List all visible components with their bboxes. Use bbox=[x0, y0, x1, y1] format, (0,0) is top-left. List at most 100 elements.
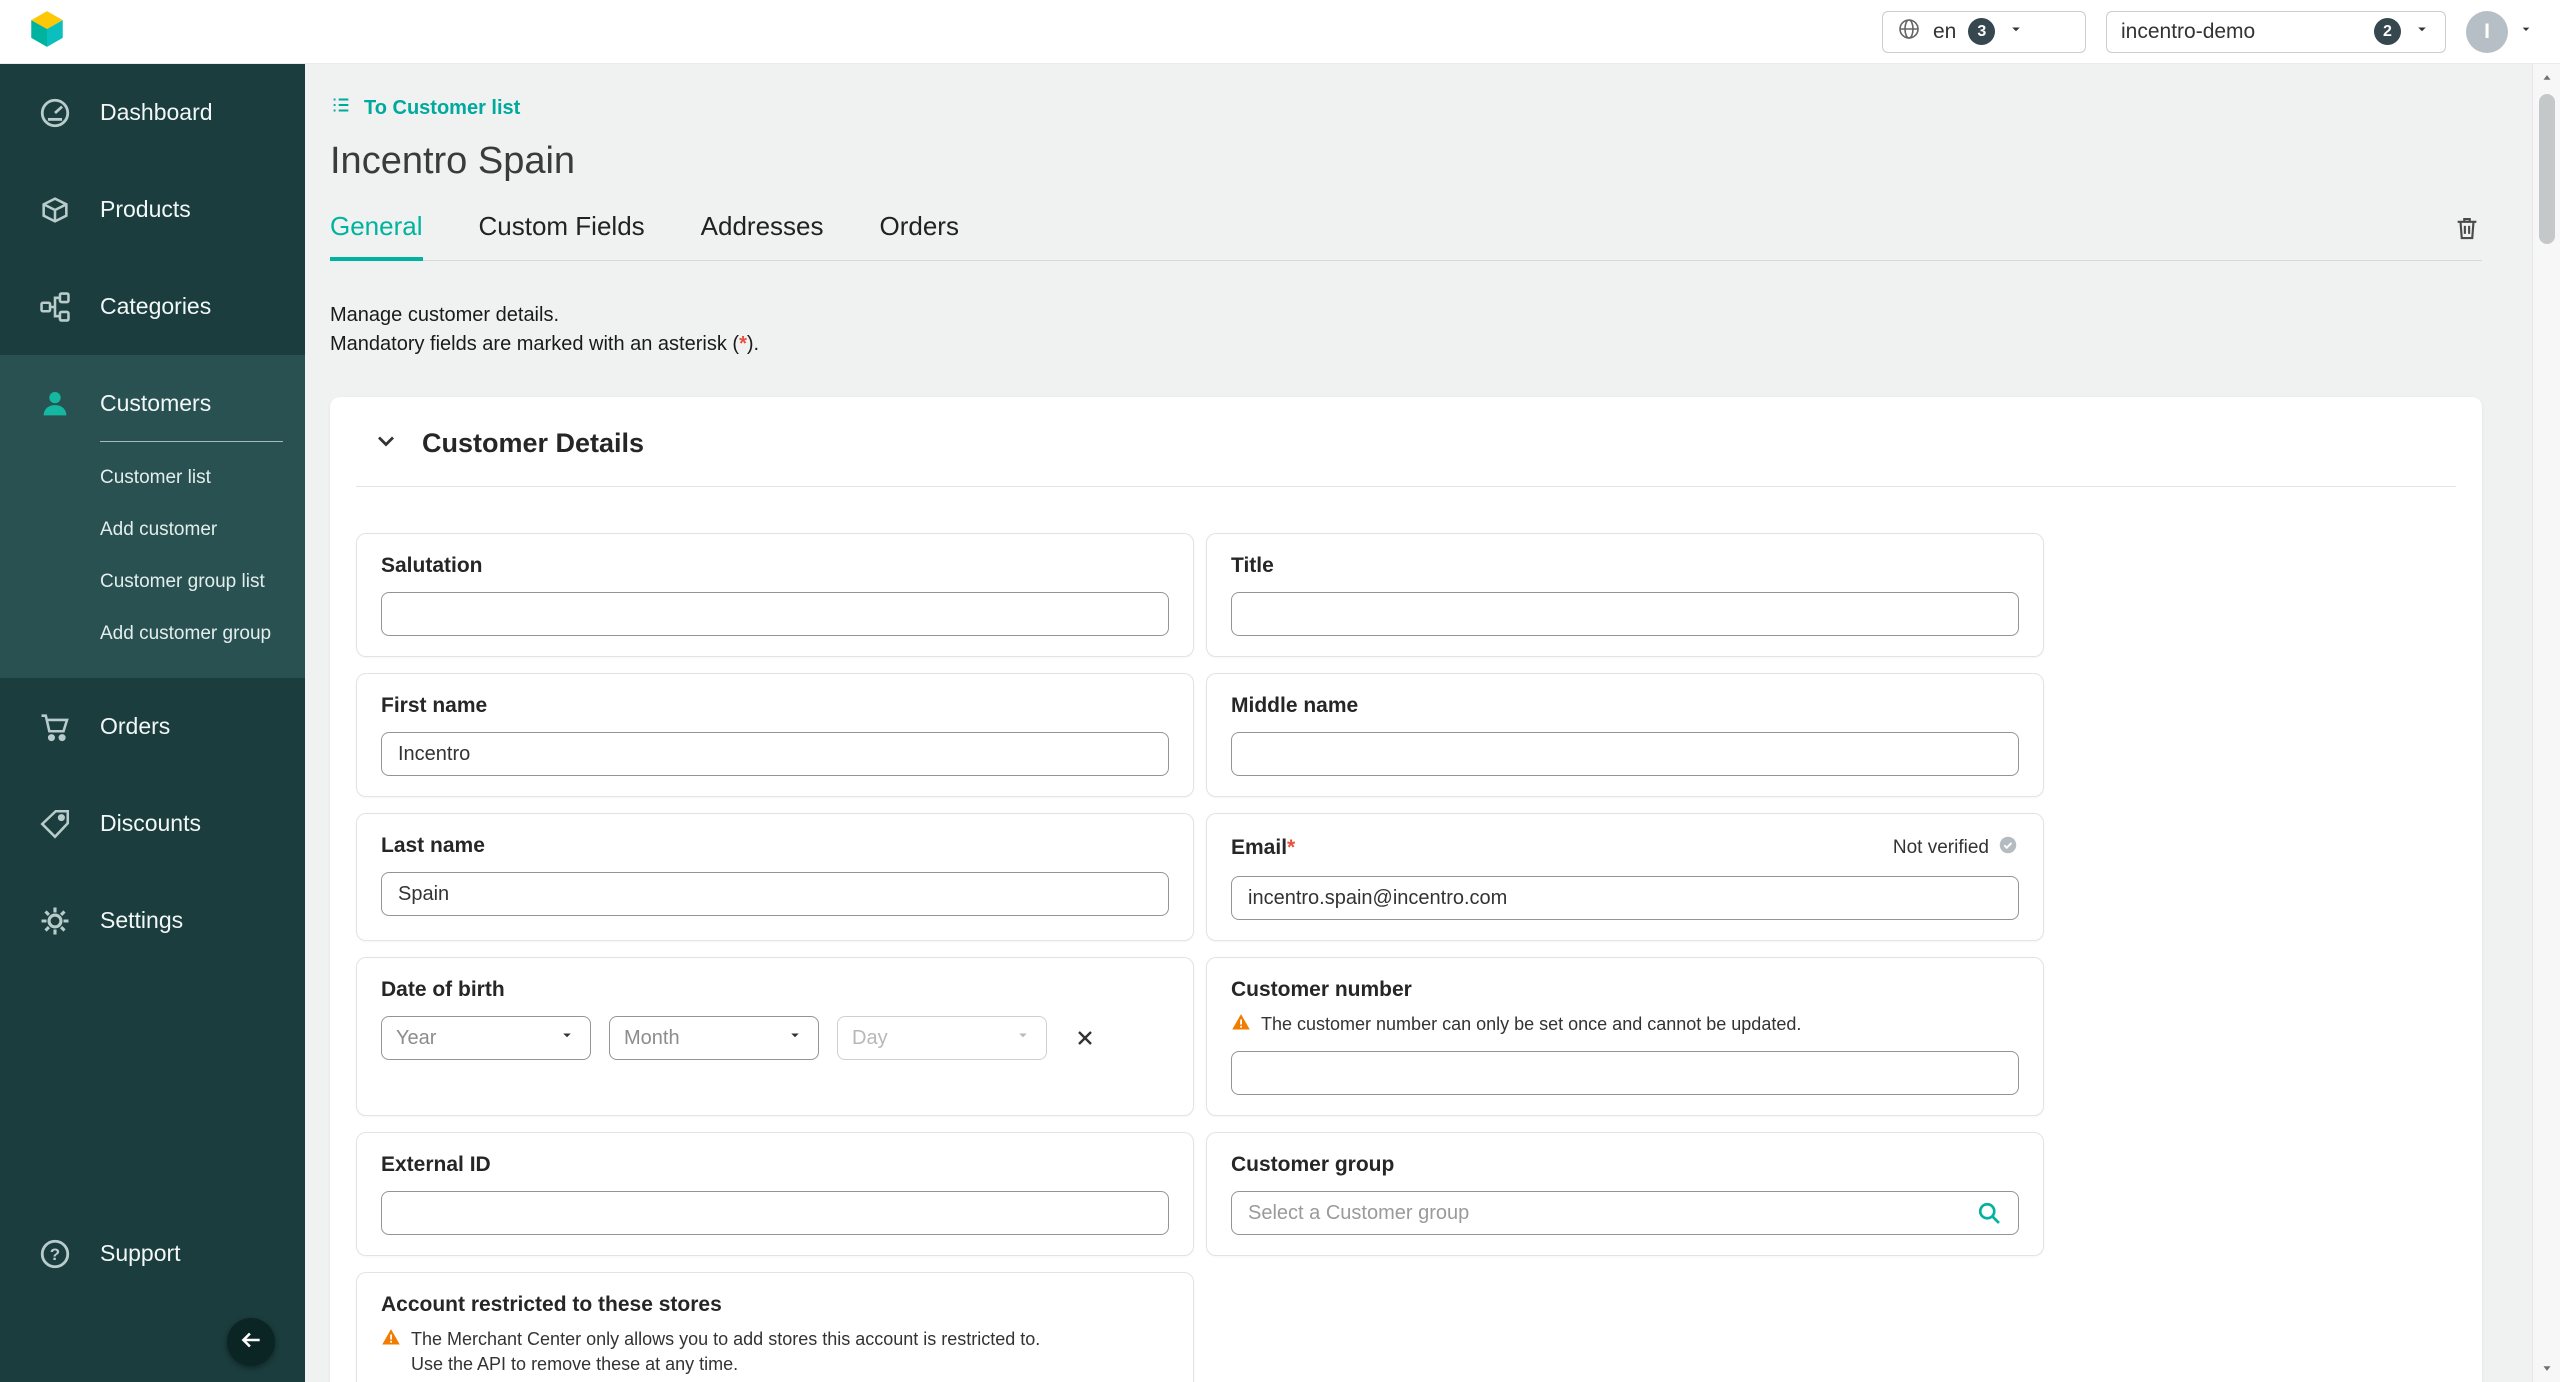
sidebar-item-support[interactable]: ? Support bbox=[0, 1205, 305, 1302]
field-label: Account restricted to these stores bbox=[381, 1293, 722, 1317]
scroll-down-button[interactable] bbox=[2533, 1354, 2560, 1382]
products-icon bbox=[38, 193, 72, 227]
sidebar-subitem-add-customer-group[interactable]: Add customer group bbox=[0, 608, 305, 660]
warning-icon bbox=[381, 1327, 401, 1352]
clear-date-button[interactable] bbox=[1073, 1026, 1097, 1050]
sidebar-item-label: Support bbox=[100, 1240, 181, 1266]
collapse-sidebar-button[interactable] bbox=[227, 1318, 275, 1366]
dashboard-icon bbox=[38, 96, 72, 130]
search-icon[interactable] bbox=[1975, 1199, 2003, 1232]
commercetools-logo-icon bbox=[26, 8, 68, 55]
select-placeholder: Day bbox=[852, 1026, 888, 1049]
description-line-2: Mandatory fields are marked with an aste… bbox=[330, 333, 760, 355]
restricted-stores-card: Account restricted to these stores The M… bbox=[356, 1272, 1194, 1382]
grid-empty-cell bbox=[1206, 1272, 2044, 1382]
field-label: Title bbox=[1231, 554, 1274, 577]
sidebar-item-label: Settings bbox=[100, 907, 184, 933]
page-title: Incentro Spain bbox=[330, 140, 576, 182]
sidebar-item-settings[interactable]: Settings bbox=[0, 872, 305, 969]
tab-custom-fields[interactable]: Custom Fields bbox=[479, 211, 645, 260]
date-of-birth-card: Date of birth Year Month Day bbox=[356, 957, 1194, 1117]
email-card: Email* Not verified bbox=[1206, 813, 2044, 941]
verified-badge-icon bbox=[1997, 834, 2019, 862]
field-label: Customer group bbox=[1231, 1153, 1395, 1177]
select-placeholder: Month bbox=[624, 1026, 680, 1049]
gear-icon bbox=[38, 904, 72, 938]
salutation-card: Salutation bbox=[356, 533, 1194, 657]
dob-day-select: Day bbox=[837, 1016, 1047, 1060]
sidebar-subitem-label: Customer group list bbox=[100, 571, 265, 592]
sidebar-item-categories[interactable]: Categories bbox=[0, 258, 305, 355]
sidebar-subitem-add-customer[interactable]: Add customer bbox=[0, 504, 305, 556]
customer-details-form: Salutation Title First name Middle na bbox=[356, 533, 2456, 1382]
main-content: To Customer list Incentro Spain General … bbox=[305, 64, 2532, 1382]
scroll-up-button[interactable] bbox=[2533, 64, 2560, 92]
dob-year-select[interactable]: Year bbox=[381, 1016, 591, 1060]
external-id-input[interactable] bbox=[381, 1191, 1169, 1236]
salutation-input[interactable] bbox=[381, 592, 1169, 636]
tab-orders[interactable]: Orders bbox=[880, 211, 959, 260]
caret-down-icon bbox=[558, 1026, 576, 1050]
tabs: General Custom Fields Addresses Orders bbox=[330, 211, 2482, 261]
sidebar-item-customers[interactable]: Customers bbox=[0, 355, 305, 452]
last-name-card: Last name bbox=[356, 813, 1194, 941]
sidebar-subitem-label: Customer list bbox=[100, 467, 211, 488]
sidebar-item-label: Discounts bbox=[100, 810, 201, 836]
tab-general[interactable]: General bbox=[330, 211, 423, 261]
sidebar-item-label: Customers bbox=[100, 390, 212, 416]
sidebar-item-dashboard[interactable]: Dashboard bbox=[0, 64, 305, 161]
arrow-left-icon bbox=[238, 1327, 264, 1358]
external-id-card: External ID bbox=[356, 1132, 1194, 1257]
sidebar-subitem-customer-list[interactable]: Customer list bbox=[0, 452, 305, 504]
chevron-down-icon bbox=[2518, 21, 2534, 42]
tab-addresses[interactable]: Addresses bbox=[701, 211, 824, 260]
language-selector[interactable]: en 3 bbox=[1882, 10, 2086, 53]
vertical-scrollbar bbox=[2532, 64, 2560, 1382]
email-input[interactable] bbox=[1231, 876, 2019, 920]
user-menu[interactable]: I bbox=[2466, 10, 2534, 53]
language-label: en bbox=[1933, 19, 1957, 43]
sidebar: Dashboard Products Categories Customers … bbox=[0, 64, 305, 1382]
sidebar-item-orders[interactable]: Orders bbox=[0, 678, 305, 775]
svg-text:?: ? bbox=[50, 1245, 60, 1264]
caret-down-icon bbox=[1014, 1026, 1032, 1050]
required-asterisk: * bbox=[1287, 836, 1296, 859]
chevron-down-icon bbox=[372, 427, 400, 460]
dob-month-select[interactable]: Month bbox=[609, 1016, 819, 1060]
email-verification-status: Not verified bbox=[1893, 834, 2019, 862]
topbar: en 3 incentro-demo 2 I bbox=[0, 0, 2560, 64]
orders-icon bbox=[38, 710, 72, 744]
sidebar-subitem-label: Add customer bbox=[100, 519, 218, 540]
stores-warning: The Merchant Center only allows you to a… bbox=[381, 1327, 1169, 1377]
project-selector[interactable]: incentro-demo 2 bbox=[2106, 10, 2446, 53]
customer-number-input[interactable] bbox=[1231, 1051, 2019, 1096]
sidebar-group-customers: Customers Customer list Add customer Cus… bbox=[0, 355, 305, 678]
customers-icon bbox=[38, 387, 72, 421]
field-label: Customer number bbox=[1231, 978, 1412, 1001]
sidebar-item-label: Orders bbox=[100, 713, 171, 739]
delete-customer-button[interactable] bbox=[2452, 213, 2482, 260]
breadcrumb[interactable]: To Customer list bbox=[330, 94, 520, 122]
chevron-down-icon bbox=[2413, 20, 2431, 44]
section-title: Customer Details bbox=[422, 428, 645, 458]
scrollbar-thumb[interactable] bbox=[2538, 94, 2555, 244]
first-name-input[interactable] bbox=[381, 732, 1169, 776]
customer-details-header[interactable]: Customer Details bbox=[372, 427, 2456, 460]
last-name-input[interactable] bbox=[381, 872, 1169, 916]
support-icon: ? bbox=[38, 1237, 72, 1271]
avatar[interactable]: I bbox=[2466, 10, 2508, 53]
divider bbox=[356, 486, 2456, 487]
field-label: Last name bbox=[381, 834, 485, 857]
middle-name-input[interactable] bbox=[1231, 732, 2019, 776]
field-label: Salutation bbox=[381, 554, 483, 577]
sidebar-item-discounts[interactable]: Discounts bbox=[0, 775, 305, 872]
sidebar-subitem-customer-group-list[interactable]: Customer group list bbox=[0, 556, 305, 608]
select-placeholder: Year bbox=[396, 1026, 437, 1049]
field-label: Date of birth bbox=[381, 978, 505, 1001]
sidebar-item-label: Categories bbox=[100, 293, 212, 319]
title-input[interactable] bbox=[1231, 592, 2019, 636]
customer-group-input[interactable] bbox=[1231, 1191, 2019, 1236]
sidebar-item-products[interactable]: Products bbox=[0, 161, 305, 258]
list-icon bbox=[330, 94, 352, 122]
chevron-down-icon bbox=[2007, 20, 2025, 44]
